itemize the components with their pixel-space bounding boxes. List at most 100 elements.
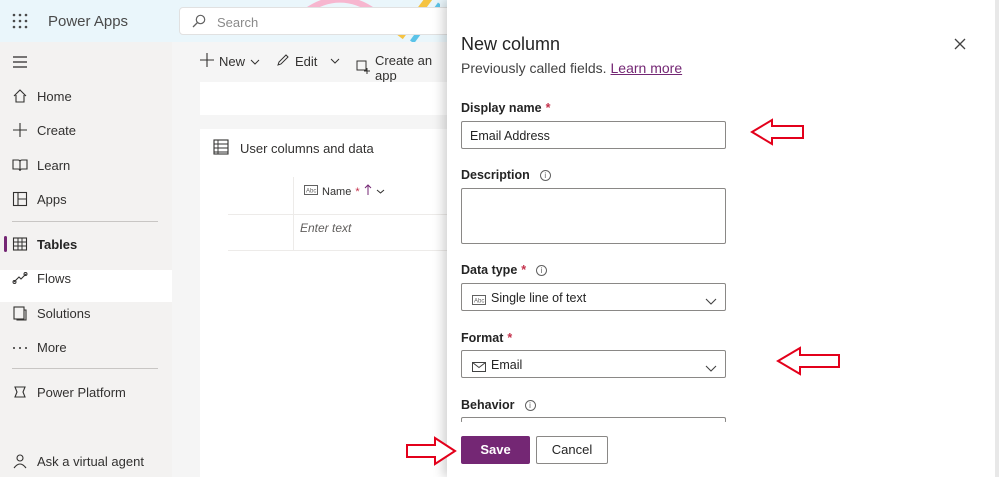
data-type-label: Data type * i: [461, 263, 548, 277]
flow-icon: [12, 270, 28, 286]
panel-title: New column: [461, 34, 561, 54]
chevron-down-icon: [330, 53, 340, 68]
format-dropdown[interactable]: Email: [461, 350, 726, 378]
data-type-label-text: Data type: [461, 263, 518, 277]
row-divider: [228, 250, 450, 251]
description-label-text: Description: [461, 168, 530, 182]
book-icon: [12, 157, 28, 173]
display-name-input[interactable]: Email Address: [461, 121, 726, 149]
sidebar-item-solutions[interactable]: Solutions: [0, 298, 172, 328]
home-icon: [12, 88, 28, 104]
create-app-button[interactable]: Create an app: [356, 53, 450, 83]
sidebar-item-label: Learn: [37, 158, 71, 173]
apps-icon: [12, 191, 28, 207]
table-icon: [12, 236, 28, 252]
sidebar-item-label: Solutions: [37, 306, 91, 321]
sidebar-item-ask-virtual-agent[interactable]: Ask a virtual agent: [0, 446, 172, 476]
sidebar-item-label: Create: [37, 123, 77, 138]
display-name-label: Display name *: [461, 101, 550, 115]
sidebar-item-apps[interactable]: Apps: [0, 184, 172, 214]
info-icon[interactable]: i: [524, 399, 536, 411]
hamburger-menu-icon[interactable]: [12, 55, 28, 74]
new-button[interactable]: New: [200, 53, 260, 70]
name-cell-input[interactable]: Enter text: [300, 221, 351, 235]
app-launcher-icon[interactable]: [12, 13, 28, 29]
svg-text:Abc: Abc: [474, 299, 484, 305]
sidebar-item-label: Home: [37, 89, 72, 104]
data-type-value: Single line of text: [491, 291, 587, 305]
info-icon[interactable]: i: [539, 169, 551, 181]
search-box[interactable]: Search: [179, 7, 469, 35]
header-row-divider: [228, 214, 450, 215]
chevron-down-icon: [250, 54, 260, 69]
main-content: New Edit Create an app User columns and …: [172, 42, 450, 477]
description-label: Description i: [461, 168, 551, 182]
description-textarea[interactable]: [461, 188, 726, 244]
sidebar-item-more[interactable]: More: [0, 332, 172, 362]
sidebar-item-label: Power Platform: [37, 385, 126, 400]
cancel-button[interactable]: Cancel: [536, 436, 608, 464]
info-icon[interactable]: i: [536, 264, 548, 276]
format-value: Email: [491, 358, 523, 372]
edit-dropdown[interactable]: [330, 53, 340, 68]
scrollbar[interactable]: [995, 0, 999, 477]
format-label: Format *: [461, 331, 512, 345]
display-name-label-text: Display name: [461, 101, 542, 115]
sidebar-item-flows[interactable]: Flows: [0, 263, 172, 293]
sidebar-item-label: Apps: [37, 192, 67, 207]
app-name[interactable]: Power Apps: [48, 13, 128, 30]
more-icon: [12, 339, 28, 355]
new-column-panel: New column Previously called fields. Lear…: [447, 0, 999, 477]
plus-icon: [200, 53, 214, 70]
text-type-icon: Abc: [472, 292, 486, 310]
pencil-icon: [276, 53, 290, 70]
required-asterisk: *: [507, 331, 513, 345]
sidebar-item-label: Flows: [37, 271, 71, 286]
chevron-down-icon: [376, 186, 385, 198]
table-summary-card: [200, 82, 450, 115]
power-platform-icon: [12, 384, 28, 400]
user-columns-card: User columns and data Abc Name * Enter t…: [200, 129, 450, 477]
plus-icon: [12, 122, 28, 138]
create-app-icon: [356, 60, 370, 77]
annotation-arrow-right-icon: [406, 436, 457, 466]
required-asterisk: *: [355, 185, 360, 198]
required-asterisk: *: [545, 101, 551, 115]
annotation-arrow-left-icon: [776, 346, 840, 376]
display-name-value: Email Address: [470, 129, 550, 143]
behavior-label-text: Behavior: [461, 398, 515, 412]
text-type-icon: Abc: [304, 185, 318, 198]
new-label: New: [219, 54, 246, 69]
data-type-dropdown[interactable]: Abc Single line of text: [461, 283, 726, 311]
chevron-down-icon: [705, 293, 717, 311]
sidebar-item-home[interactable]: Home: [0, 81, 172, 111]
learn-more-link[interactable]: Learn more: [611, 60, 683, 76]
column-header-label: Name: [322, 185, 352, 198]
edit-button[interactable]: Edit: [276, 53, 317, 70]
solutions-icon: [12, 305, 28, 321]
sidebar-item-label: Tables: [37, 237, 78, 252]
column-header-name[interactable]: Abc Name *: [304, 184, 385, 199]
search-placeholder: Search: [217, 15, 259, 30]
sidebar-item-create[interactable]: Create: [0, 115, 172, 145]
sidebar-item-tables[interactable]: Tables: [0, 229, 172, 259]
command-bar: New Edit Create an app: [172, 42, 450, 83]
nav-divider: [12, 368, 158, 369]
annotation-arrow-left-icon: [750, 118, 804, 146]
card-title: User columns and data: [240, 141, 374, 156]
sidebar-item-learn[interactable]: Learn: [0, 150, 172, 180]
mail-icon: [472, 359, 486, 377]
close-icon[interactable]: [953, 37, 967, 51]
left-navigation: Home Create Learn Apps Tables Flows Solu…: [0, 42, 172, 477]
sidebar-item-power-platform[interactable]: Power Platform: [0, 377, 172, 407]
agent-icon: [12, 453, 28, 469]
save-button[interactable]: Save: [461, 436, 530, 464]
search-icon: [192, 14, 206, 33]
panel-subtitle: Previously called fields. Learn more: [461, 60, 682, 76]
svg-text:Abc: Abc: [306, 189, 316, 195]
edit-label: Edit: [295, 54, 318, 69]
table-icon: [213, 139, 229, 160]
chevron-down-icon: [705, 360, 717, 378]
required-asterisk: *: [521, 263, 527, 277]
format-label-text: Format: [461, 331, 504, 345]
